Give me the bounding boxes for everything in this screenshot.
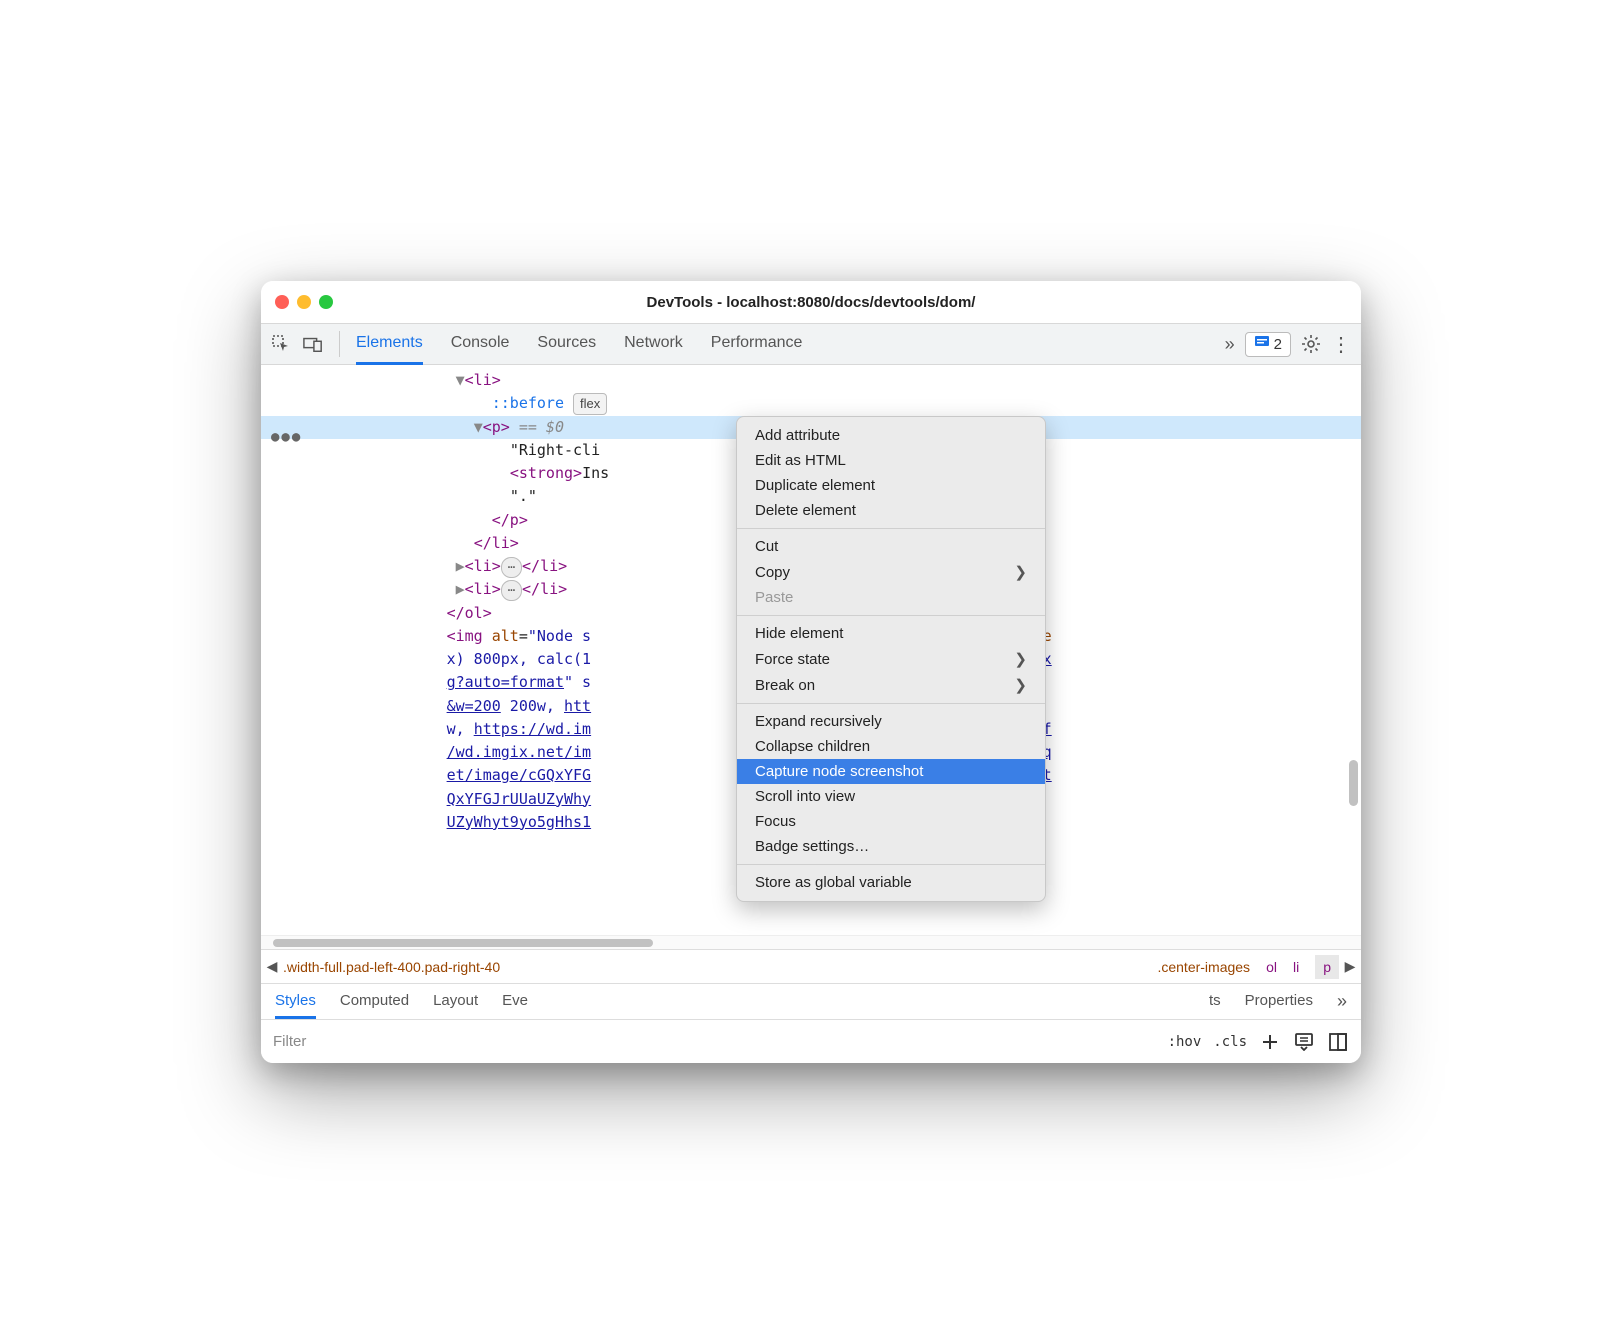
context-menu-label: Duplicate element	[755, 477, 875, 494]
context-menu-label: Focus	[755, 813, 796, 830]
layout-flex-badge[interactable]: flex	[573, 393, 607, 415]
dom-line[interactable]: ::before flex	[261, 392, 1361, 415]
titlebar: DevTools - localhost:8080/docs/devtools/…	[261, 281, 1361, 323]
context-menu-item[interactable]: Edit as HTML	[737, 448, 1045, 473]
styles-pane-tabs: Styles Computed Layout Eve ts Properties…	[261, 983, 1361, 1019]
subtab-ts-suffix[interactable]: ts	[1209, 985, 1221, 1019]
context-menu-item[interactable]: Copy ❯	[737, 559, 1045, 585]
context-menu-item: Paste	[737, 585, 1045, 610]
context-menu: Add attribute Edit as HTML Duplicate eleme…	[736, 416, 1046, 902]
context-menu-item[interactable]: Expand recursively	[737, 709, 1045, 734]
subtab-layout[interactable]: Layout	[433, 985, 478, 1019]
context-menu-item[interactable]: Delete element	[737, 498, 1045, 523]
context-menu-item[interactable]: Scroll into view	[737, 784, 1045, 809]
issues-button[interactable]: 2	[1245, 332, 1291, 357]
context-menu-label: Cut	[755, 538, 778, 555]
styles-filter-bar: :hov .cls	[261, 1019, 1361, 1063]
selected-line-gutter-icon[interactable]: ●●●	[271, 427, 302, 449]
context-menu-label: Collapse children	[755, 738, 870, 755]
context-menu-item[interactable]: Collapse children	[737, 734, 1045, 759]
context-menu-item[interactable]: Focus	[737, 809, 1045, 834]
more-subtabs-chevron-icon[interactable]: »	[1337, 991, 1347, 1012]
context-menu-label: Edit as HTML	[755, 452, 846, 469]
context-menu-label: Add attribute	[755, 427, 840, 444]
context-menu-label: Scroll into view	[755, 788, 855, 805]
toggle-cls-button[interactable]: .cls	[1213, 1034, 1247, 1050]
more-tabs-chevron-icon[interactable]: »	[1225, 334, 1235, 355]
breadcrumb-segment[interactable]: .center-images	[1157, 959, 1250, 975]
breadcrumb-segment[interactable]: li	[1293, 959, 1299, 975]
context-menu-label: Expand recursively	[755, 713, 882, 730]
breadcrumb-segment[interactable]: .width-full.pad-left-400.pad-right-40	[283, 959, 500, 975]
expand-ellipsis-icon[interactable]: ⋯	[501, 580, 522, 601]
subtab-events[interactable]: Eve	[502, 985, 528, 1019]
context-menu-label: Paste	[755, 589, 793, 606]
toolbar-separator	[339, 331, 340, 357]
subtab-properties[interactable]: Properties	[1245, 985, 1313, 1019]
tab-sources[interactable]: Sources	[537, 324, 596, 365]
dom-line[interactable]: ▼<li>	[261, 369, 1361, 392]
issues-icon	[1254, 335, 1270, 354]
toggle-hov-button[interactable]: :hov	[1168, 1034, 1202, 1050]
context-menu-separator	[737, 703, 1045, 704]
submenu-chevron-icon: ❯	[1014, 563, 1027, 581]
context-menu-item[interactable]: Cut	[737, 534, 1045, 559]
context-menu-label: Store as global variable	[755, 874, 912, 891]
tab-elements[interactable]: Elements	[356, 324, 423, 365]
context-menu-label: Break on	[755, 677, 815, 694]
context-menu-item[interactable]: Capture node screenshot	[737, 759, 1045, 784]
issues-count: 2	[1274, 336, 1282, 353]
context-menu-separator	[737, 864, 1045, 865]
context-menu-item[interactable]: Duplicate element	[737, 473, 1045, 498]
inspect-element-icon[interactable]	[271, 334, 291, 354]
devtools-window: DevTools - localhost:8080/docs/devtools/…	[261, 281, 1361, 1063]
panel-tabs: Elements Console Sources Network Perform…	[356, 324, 1213, 365]
breadcrumb-scroll-left-icon[interactable]: ◀	[261, 958, 283, 975]
subtab-styles[interactable]: Styles	[275, 985, 316, 1019]
new-style-rule-plus-icon[interactable]	[1259, 1031, 1281, 1053]
context-menu-item[interactable]: Add attribute	[737, 423, 1045, 448]
context-menu-item[interactable]: Badge settings…	[737, 834, 1045, 859]
computed-sidebar-icon[interactable]	[1327, 1031, 1349, 1053]
vertical-scrollbar[interactable]	[1349, 760, 1358, 806]
context-menu-separator	[737, 615, 1045, 616]
window-title: DevTools - localhost:8080/docs/devtools/…	[261, 294, 1361, 311]
submenu-chevron-icon: ❯	[1014, 676, 1027, 694]
context-menu-label: Badge settings…	[755, 838, 869, 855]
context-menu-label: Copy	[755, 564, 790, 581]
subtab-computed[interactable]: Computed	[340, 985, 409, 1019]
breadcrumb-scroll-right-icon[interactable]: ▶	[1339, 958, 1361, 975]
context-menu-separator	[737, 528, 1045, 529]
context-menu-label: Force state	[755, 651, 830, 668]
context-menu-item[interactable]: Break on ❯	[737, 672, 1045, 698]
context-menu-item[interactable]: Store as global variable	[737, 870, 1045, 895]
styles-filter-input[interactable]	[273, 1033, 708, 1050]
breadcrumb-segment[interactable]: ol	[1266, 959, 1277, 975]
context-menu-label: Delete element	[755, 502, 856, 519]
horizontal-scrollbar-track[interactable]	[261, 935, 1361, 949]
device-toolbar-icon[interactable]	[303, 334, 323, 354]
tab-console[interactable]: Console	[451, 324, 510, 365]
main-toolbar: Elements Console Sources Network Perform…	[261, 323, 1361, 365]
more-menu-icon[interactable]: ⋮	[1331, 334, 1351, 354]
context-menu-label: Capture node screenshot	[755, 763, 923, 780]
tab-performance[interactable]: Performance	[711, 324, 803, 365]
context-menu-item[interactable]: Force state ❯	[737, 646, 1045, 672]
context-menu-label: Hide element	[755, 625, 843, 642]
settings-gear-icon[interactable]	[1301, 334, 1321, 354]
tab-network[interactable]: Network	[624, 324, 683, 365]
dom-breadcrumb: ◀ .width-full.pad-left-400.pad-right-40 …	[261, 949, 1361, 983]
horizontal-scrollbar-thumb[interactable]	[273, 939, 653, 947]
expand-ellipsis-icon[interactable]: ⋯	[501, 557, 522, 578]
context-menu-item[interactable]: Hide element	[737, 621, 1045, 646]
submenu-chevron-icon: ❯	[1014, 650, 1027, 668]
rendering-icon[interactable]	[1293, 1031, 1315, 1053]
breadcrumb-segment-selected[interactable]: p	[1315, 955, 1339, 979]
